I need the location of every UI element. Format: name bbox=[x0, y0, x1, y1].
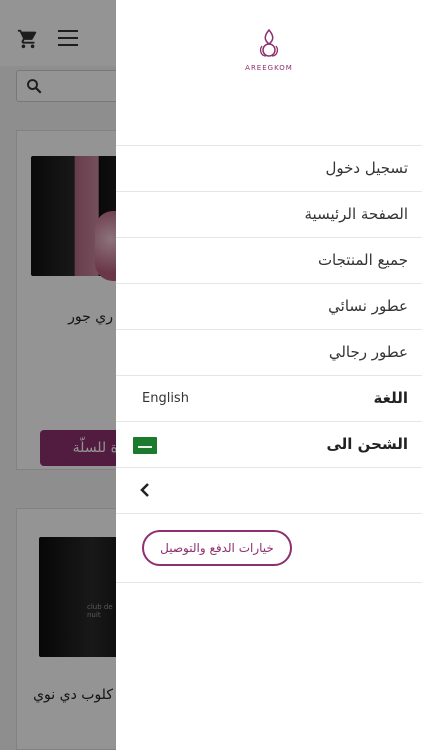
menu-item-label: عطور رجالي bbox=[328, 343, 408, 361]
logo-text: AREEGKOM bbox=[245, 64, 293, 72]
menu-item-label: جميع المنتجات bbox=[317, 251, 408, 269]
menu-item-back[interactable] bbox=[116, 467, 422, 513]
shipping-label: الشحن الى bbox=[326, 435, 408, 453]
language-value[interactable]: English bbox=[142, 391, 189, 406]
menu-item-mens-perfumes[interactable]: عطور رجالي bbox=[116, 329, 422, 375]
chevron-left-icon[interactable] bbox=[138, 482, 152, 498]
logo-icon bbox=[259, 28, 279, 57]
payment-delivery-options-button[interactable]: خيارات الدفع والتوصيل bbox=[142, 530, 292, 566]
side-drawer: AREEGKOM تسجيل دخول الصفحة الرئيسية جميع… bbox=[116, 0, 422, 750]
payment-row: خيارات الدفع والتوصيل bbox=[116, 513, 422, 583]
menu-item-home[interactable]: الصفحة الرئيسية bbox=[116, 191, 422, 237]
brand-logo[interactable]: AREEGKOM bbox=[116, 26, 422, 72]
menu-item-language[interactable]: اللغة English bbox=[116, 375, 422, 421]
menu-item-label: الصفحة الرئيسية bbox=[304, 205, 409, 223]
menu-item-shipping[interactable]: الشحن الى bbox=[116, 421, 422, 467]
saudi-arabia-flag-icon[interactable] bbox=[133, 437, 157, 454]
menu-item-all-products[interactable]: جميع المنتجات bbox=[116, 237, 422, 283]
menu-item-womens-perfumes[interactable]: عطور نسائي bbox=[116, 283, 422, 329]
language-label: اللغة bbox=[373, 389, 408, 407]
menu-item-label: عطور نسائي bbox=[328, 297, 408, 315]
drawer-menu: تسجيل دخول الصفحة الرئيسية جميع المنتجات… bbox=[116, 145, 422, 583]
menu-item-label: تسجيل دخول bbox=[325, 159, 409, 177]
menu-item-login[interactable]: تسجيل دخول bbox=[116, 145, 422, 191]
